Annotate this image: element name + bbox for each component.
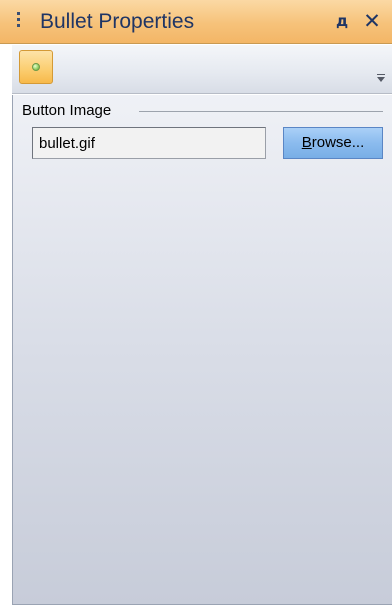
bullet-style-button[interactable] <box>19 50 53 84</box>
browse-button[interactable]: Browse... <box>283 127 383 159</box>
title-bar[interactable]: Bullet Properties д ✕ <box>0 0 392 44</box>
toolbar-overflow-icon[interactable] <box>374 71 388 87</box>
group-separator <box>139 111 383 112</box>
toolbar <box>12 45 392 94</box>
green-bullet-icon <box>32 63 40 71</box>
close-icon[interactable]: ✕ <box>360 8 384 34</box>
browse-label: rowse... <box>311 134 365 151</box>
bullet-properties-panel: Bullet Properties д ✕ Button Image Brows… <box>0 0 392 605</box>
drag-grip-icon[interactable] <box>17 12 21 32</box>
properties-content: Button Image Browse... <box>12 95 392 605</box>
pin-icon[interactable]: д <box>330 8 354 34</box>
button-image-file-input[interactable] <box>32 127 266 159</box>
panel-title: Bullet Properties <box>40 10 195 33</box>
button-image-group-label: Button Image <box>22 102 112 119</box>
browse-mnemonic: B <box>301 134 312 151</box>
